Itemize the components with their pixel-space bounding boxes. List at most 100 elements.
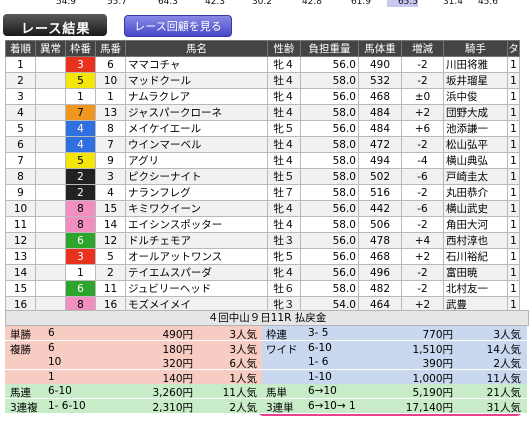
- abnormal-cell: [35, 168, 66, 185]
- jockey-cell[interactable]: 石川裕紀: [443, 248, 508, 265]
- abnormal-cell: [35, 88, 66, 105]
- column-header[interactable]: 着順: [5, 40, 36, 57]
- extra-cell: 1: [507, 136, 520, 153]
- race-review-button[interactable]: レース回顧を見る: [124, 15, 232, 37]
- horse-name-cell[interactable]: テイエムスパーダ: [125, 264, 268, 281]
- jockey-cell[interactable]: 西村淳也: [443, 232, 508, 249]
- weight-cell: 56.0: [300, 200, 359, 217]
- horse-name-cell[interactable]: ドルチェモア: [125, 232, 268, 249]
- results-table: 着順 異常 枠番 馬番 馬名 性齢 負担重量 馬体重 増減 騎手タ 1 3 6 ママコチャ 牝４ 56.0 4…: [5, 40, 520, 313]
- rank-cell: 14: [5, 264, 36, 281]
- jockey-cell[interactable]: 横山典弘: [443, 152, 508, 169]
- jockey-cell[interactable]: 浜中俊: [443, 88, 508, 105]
- jockey-cell[interactable]: 坂井瑠星: [443, 72, 508, 89]
- abnormal-cell: [35, 56, 66, 73]
- weight-cell: 56.0: [300, 120, 359, 137]
- gate-cell: 1: [65, 88, 96, 105]
- extra-cell: 1: [507, 168, 520, 185]
- horse-number-cell: 13: [95, 104, 126, 121]
- weight-cell: 58.0: [300, 72, 359, 89]
- column-header[interactable]: 馬名: [125, 40, 268, 57]
- race-results-title: レース結果: [3, 14, 107, 37]
- abnormal-cell: [35, 280, 66, 297]
- column-header[interactable]: 負担重量: [300, 40, 359, 57]
- result-row: 13 3 5 オールアットワンス 牝５ 56.0 468 +2 石川裕紀 1: [5, 248, 520, 265]
- jockey-cell[interactable]: 団野大成: [443, 104, 508, 121]
- body-weight-cell: 478: [358, 232, 402, 249]
- abnormal-cell: [35, 72, 66, 89]
- horse-name-cell[interactable]: ナムラクレア: [125, 88, 268, 105]
- horse-name-cell[interactable]: マッドクール: [125, 72, 268, 89]
- sex-age-cell: 牡４: [267, 152, 301, 169]
- lap-time: 31.4: [442, 0, 463, 7]
- bet-combination: 1- 6-10: [48, 400, 86, 412]
- rank-cell: 7: [5, 152, 36, 169]
- abnormal-cell: [35, 136, 66, 153]
- jockey-cell[interactable]: 横山武史: [443, 200, 508, 217]
- weight-cell: 56.0: [300, 248, 359, 265]
- lap-time: 42.8: [301, 0, 322, 7]
- rank-cell: 5: [5, 120, 36, 137]
- jockey-cell[interactable]: 池添謙一: [443, 120, 508, 137]
- extra-cell: 1: [507, 248, 520, 265]
- horse-name-cell[interactable]: ナランフレグ: [125, 184, 268, 201]
- weight-cell: 56.0: [300, 56, 359, 73]
- jockey-cell[interactable]: 角田大河: [443, 216, 508, 233]
- column-header[interactable]: 馬体重: [358, 40, 402, 57]
- column-header[interactable]: 異常: [35, 40, 66, 57]
- jockey-cell[interactable]: 北村友一: [443, 280, 508, 297]
- payout-title: ４回中山９日11R 払戻金: [5, 310, 529, 326]
- gate-cell: 5: [65, 72, 96, 89]
- abnormal-cell: [35, 120, 66, 137]
- rank-cell: 6: [5, 136, 36, 153]
- column-header[interactable]: 馬番: [95, 40, 126, 57]
- weight-cell: 56.0: [300, 264, 359, 281]
- column-header[interactable]: 性齢: [267, 40, 301, 57]
- jockey-cell[interactable]: 川田将雅: [443, 56, 508, 73]
- jockey-cell[interactable]: 富田暁: [443, 264, 508, 281]
- horse-name-cell[interactable]: キミワクイーン: [125, 200, 268, 217]
- body-weight-cell: 484: [358, 120, 402, 137]
- horse-name-cell[interactable]: ピクシーナイト: [125, 168, 268, 185]
- horse-name-cell[interactable]: メイケイエール: [125, 120, 268, 137]
- weight-change-cell: -2: [401, 264, 444, 281]
- horse-name-cell[interactable]: ママコチャ: [125, 56, 268, 73]
- rank-cell: 3: [5, 88, 36, 105]
- horse-number-cell: 4: [95, 184, 126, 201]
- result-row: 10 8 15 キミワクイーン 牝４ 56.0 442 -6 横山武史 1: [5, 200, 520, 217]
- gate-cell: 8: [65, 200, 96, 217]
- jockey-cell[interactable]: 松山弘平: [443, 136, 508, 153]
- sex-age-cell: 牡４: [267, 136, 301, 153]
- column-header[interactable]: タ: [507, 40, 520, 57]
- result-row: 8 2 3 ピクシーナイト 牡５ 58.0 502 -6 戸崎圭太 1: [5, 168, 520, 185]
- horse-name-cell[interactable]: ジャスパークローネ: [125, 104, 268, 121]
- horse-name-cell[interactable]: ウインマーベル: [125, 136, 268, 153]
- column-header[interactable]: 騎手: [443, 40, 508, 57]
- horse-number-cell: 12: [95, 232, 126, 249]
- weight-change-cell: -2: [401, 136, 444, 153]
- body-weight-cell: 482: [358, 280, 402, 297]
- horse-name-cell[interactable]: アグリ: [125, 152, 268, 169]
- horse-name-cell[interactable]: エイシンスポッター: [125, 216, 268, 233]
- payout-band: [5, 326, 262, 341]
- bet-combination: 1- 6: [308, 356, 329, 369]
- jockey-cell[interactable]: 戸崎圭太: [443, 168, 508, 185]
- bet-combination: 1: [48, 370, 55, 383]
- body-weight-cell: 502: [358, 168, 402, 185]
- extra-cell: 1: [507, 200, 520, 217]
- horse-number-cell: 8: [95, 120, 126, 137]
- extra-cell: 1: [507, 264, 520, 281]
- result-row: 1 3 6 ママコチャ 牝４ 56.0 490 -2 川田将雅 1: [5, 56, 520, 73]
- lap-time: 54.9: [55, 0, 76, 7]
- horse-name-cell[interactable]: オールアットワンス: [125, 248, 268, 265]
- horse-name-cell[interactable]: ジュビリーヘッド: [125, 280, 268, 297]
- extra-cell: 1: [507, 72, 520, 89]
- rank-cell: 11: [5, 216, 36, 233]
- column-header[interactable]: 増減: [401, 40, 444, 57]
- jockey-cell[interactable]: 丸田恭介: [443, 184, 508, 201]
- payout-band: [262, 326, 527, 341]
- rank-cell: 13: [5, 248, 36, 265]
- column-header[interactable]: 枠番: [65, 40, 96, 57]
- weight-change-cell: -2: [401, 280, 444, 297]
- weight-change-cell: +6: [401, 120, 444, 137]
